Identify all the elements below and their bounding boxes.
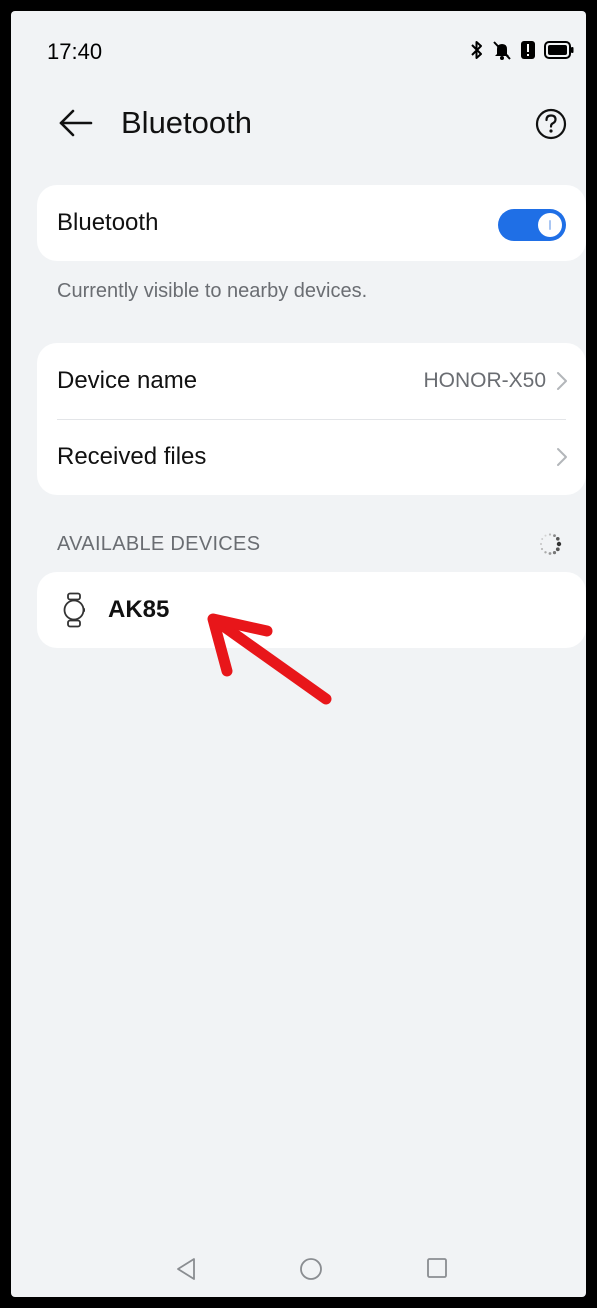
nav-recent-icon[interactable] bbox=[426, 1257, 448, 1279]
bluetooth-settings-screen: 17:40 Bluetooth Bluetooth Currently visi… bbox=[11, 11, 586, 1297]
status-icons bbox=[470, 39, 574, 61]
alert-icon bbox=[521, 41, 535, 59]
loading-spinner-icon bbox=[540, 533, 562, 555]
page-title: Bluetooth bbox=[121, 105, 252, 140]
available-device-item[interactable]: AK85 bbox=[37, 572, 586, 648]
visibility-note: Currently visible to nearby devices. bbox=[57, 280, 368, 302]
received-files-label: Received files bbox=[57, 443, 207, 470]
available-devices-header: AVAILABLE DEVICES bbox=[57, 533, 261, 555]
received-files-row[interactable]: Received files bbox=[37, 419, 586, 495]
mute-icon bbox=[493, 41, 511, 60]
device-name-value: HONOR-X50 bbox=[423, 369, 546, 392]
device-name-row[interactable]: Device name HONOR-X50 bbox=[37, 343, 586, 419]
chevron-right-icon bbox=[557, 372, 567, 390]
watch-icon bbox=[63, 592, 85, 628]
chevron-right-icon bbox=[557, 448, 567, 466]
back-arrow-icon[interactable] bbox=[57, 107, 93, 139]
bluetooth-icon bbox=[471, 41, 482, 59]
device-name-label: Device name bbox=[57, 367, 198, 394]
bluetooth-toggle[interactable] bbox=[498, 209, 566, 241]
nav-back-icon[interactable] bbox=[175, 1257, 197, 1281]
device-name-ak85: AK85 bbox=[108, 596, 170, 623]
status-bar: 17:40 bbox=[11, 11, 586, 81]
toggle-knob bbox=[538, 213, 562, 237]
bluetooth-toggle-row[interactable]: Bluetooth bbox=[37, 185, 586, 261]
battery-icon bbox=[544, 41, 574, 59]
navigation-bar bbox=[11, 1257, 586, 1297]
help-icon[interactable] bbox=[534, 107, 568, 141]
nav-home-icon[interactable] bbox=[299, 1257, 323, 1281]
status-time: 17:40 bbox=[47, 39, 103, 64]
device-info-card: Device name HONOR-X50 Received files bbox=[37, 343, 586, 495]
top-bar: Bluetooth bbox=[11, 91, 586, 155]
bluetooth-label: Bluetooth bbox=[57, 209, 159, 236]
